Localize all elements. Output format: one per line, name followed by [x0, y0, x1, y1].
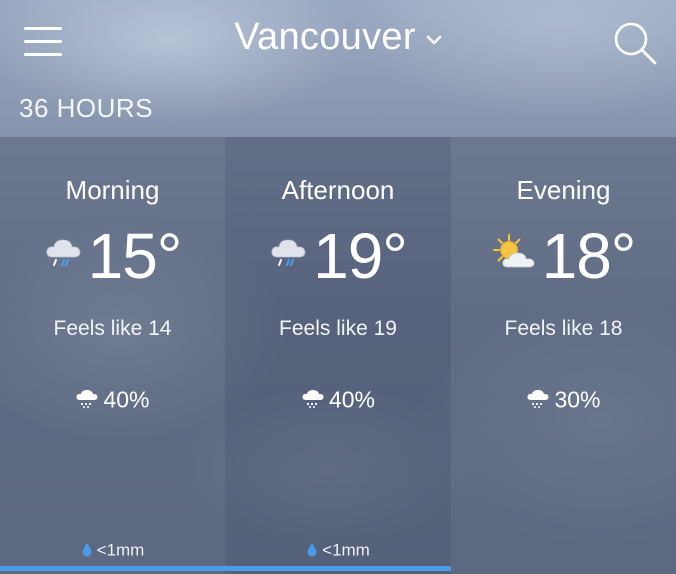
chevron-down-icon	[426, 35, 442, 44]
city-name: Vancouver	[234, 16, 416, 58]
period-name: Evening	[516, 175, 611, 205]
raindrop-icon	[307, 542, 317, 557]
sun-behind-cloud-icon	[492, 234, 535, 268]
cloud-rain-icon	[271, 239, 306, 267]
precip-amount-value: <1mm	[322, 540, 370, 560]
cloud-rain-small-icon	[527, 390, 549, 409]
cloud-rain-icon	[46, 239, 81, 267]
scroll-indicator	[0, 566, 451, 571]
precip-chance-value: 30%	[554, 386, 601, 413]
precip-chance: 30%	[451, 385, 676, 413]
precip-chance-value: 40%	[328, 386, 376, 413]
temperature-row: 18°	[451, 219, 676, 299]
period-card-afternoon[interactable]: Afternoon 19° Feels like 19 40% <1mm	[225, 137, 451, 574]
forecast-range-title: 36 HOURS	[19, 93, 154, 123]
precip-chance: 40%	[225, 385, 451, 413]
period-forecast-list: Morning 15° Feels like 14 40% <1mm After…	[0, 137, 676, 574]
period-card-evening[interactable]: Evening 18° Feels like 18 30%	[451, 137, 676, 574]
period-card-morning[interactable]: Morning 15° Feels like 14 40% <1mm	[0, 137, 225, 574]
city-selector[interactable]: Vancouver	[0, 16, 676, 59]
feels-like-text: Feels like 14	[53, 317, 172, 340]
search-button[interactable]	[612, 20, 658, 66]
temperature-row: 19°	[225, 219, 451, 299]
cloud-rain-small-icon	[76, 390, 98, 409]
precip-chance-value: 40%	[103, 386, 150, 413]
feels-like-text: Feels like 18	[504, 317, 623, 340]
raindrop-icon	[82, 542, 92, 557]
precip-amount: <1mm	[0, 540, 225, 561]
temperature-value: 19°	[313, 220, 408, 292]
temperature-value: 18°	[541, 220, 637, 292]
cloud-rain-small-icon	[302, 390, 324, 409]
precip-amount-value: <1mm	[96, 540, 145, 560]
search-icon	[614, 22, 657, 65]
precip-chance: 40%	[0, 385, 225, 413]
app-header: Vancouver	[0, 0, 676, 84]
feels-like-text: Feels like 19	[279, 317, 397, 340]
period-name: Morning	[65, 175, 160, 205]
temperature-value: 15°	[87, 220, 183, 292]
precip-amount: <1mm	[225, 540, 451, 561]
temperature-row: 15°	[0, 219, 225, 299]
period-name: Afternoon	[281, 175, 395, 205]
